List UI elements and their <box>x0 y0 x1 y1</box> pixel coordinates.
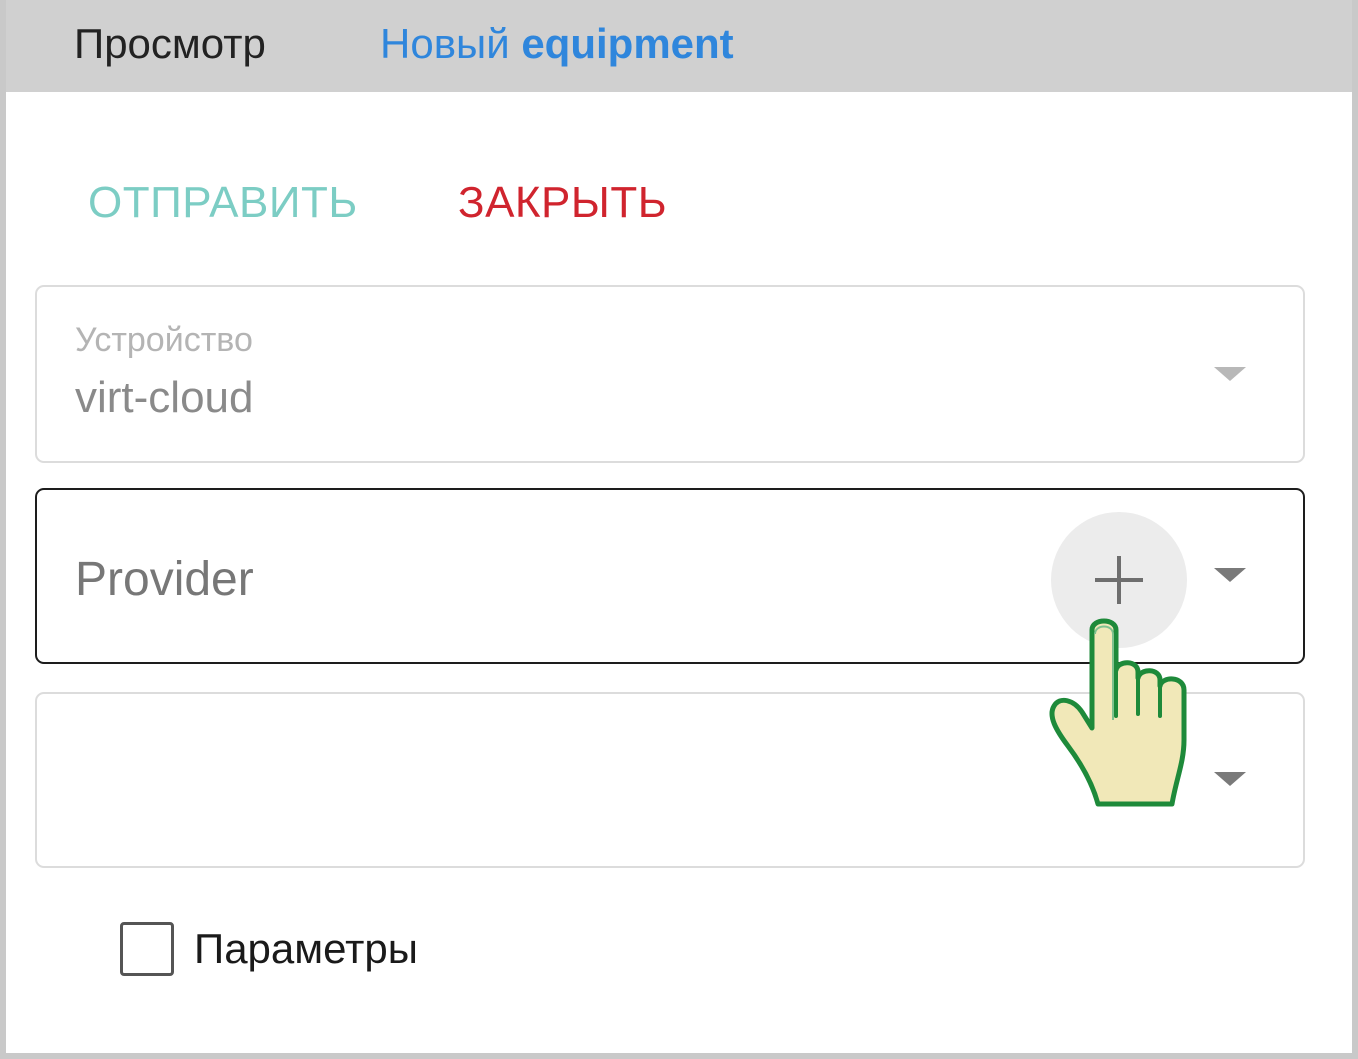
tab-new-prefix: Новый <box>380 20 510 67</box>
device-select[interactable]: Устройство virt-cloud <box>35 285 1305 463</box>
chevron-down-icon[interactable] <box>1214 772 1246 786</box>
dialog-window: Просмотр Новый equipment ОТПРАВИТЬ ЗАКРЫ… <box>0 0 1358 1059</box>
tab-bar: Просмотр Новый equipment <box>6 0 1352 92</box>
chevron-down-icon[interactable] <box>1214 367 1246 381</box>
parameters-label[interactable]: Параметры <box>194 924 418 974</box>
add-provider-button[interactable] <box>1051 512 1187 648</box>
tab-new-entity: equipment <box>521 20 734 67</box>
provider-placeholder: Provider <box>75 553 254 606</box>
provider-select[interactable]: Provider <box>35 488 1305 664</box>
chevron-down-icon[interactable] <box>1214 568 1246 582</box>
plus-icon <box>1095 556 1143 604</box>
send-button[interactable]: ОТПРАВИТЬ <box>88 178 358 228</box>
device-value: virt-cloud <box>75 373 254 422</box>
close-button[interactable]: ЗАКРЫТЬ <box>458 178 667 228</box>
device-label: Устройство <box>75 321 253 359</box>
third-select[interactable] <box>35 692 1305 868</box>
tab-new-equipment[interactable]: Новый equipment <box>380 20 734 68</box>
tab-view[interactable]: Просмотр <box>74 20 266 68</box>
parameters-checkbox[interactable] <box>120 922 174 976</box>
